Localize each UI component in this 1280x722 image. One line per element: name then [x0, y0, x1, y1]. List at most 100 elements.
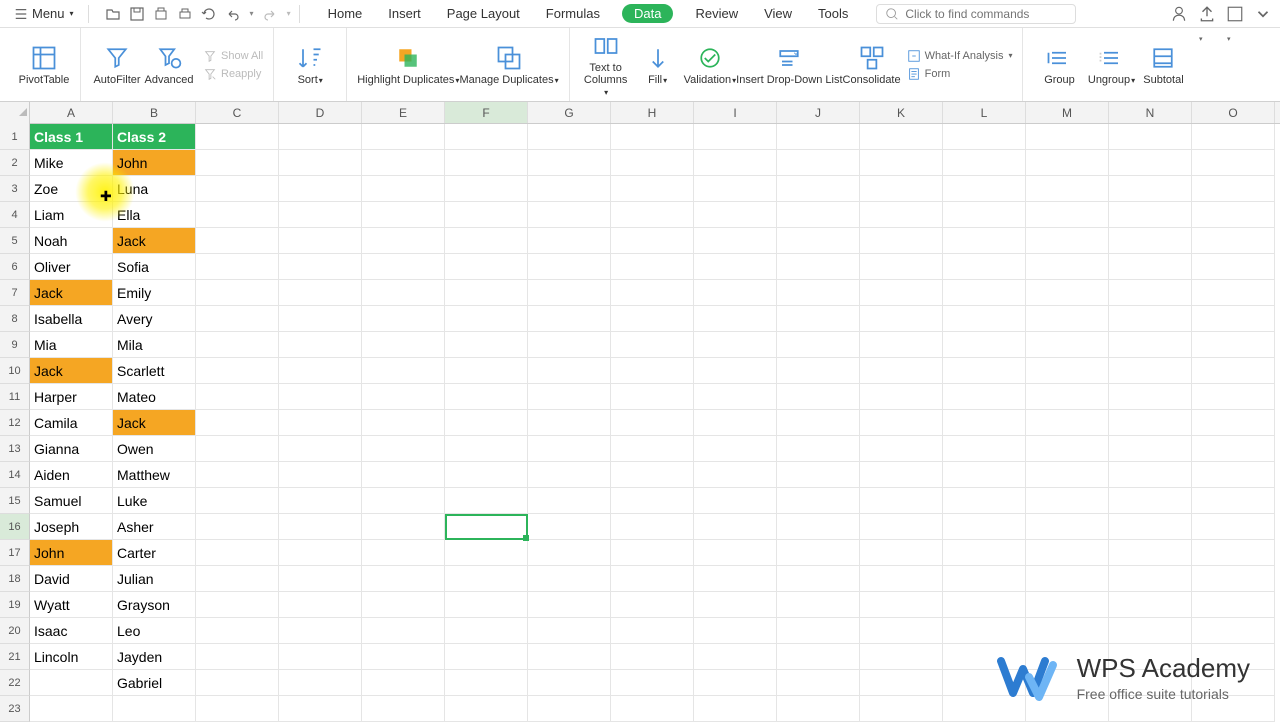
- cell-B7[interactable]: Emily: [113, 280, 196, 306]
- cell-C10[interactable]: [196, 358, 279, 384]
- cell-N7[interactable]: [1109, 280, 1192, 306]
- cell-J8[interactable]: [777, 306, 860, 332]
- cell-K5[interactable]: [860, 228, 943, 254]
- cell-C7[interactable]: [196, 280, 279, 306]
- cell-N13[interactable]: [1109, 436, 1192, 462]
- cell-O2[interactable]: [1192, 150, 1275, 176]
- row-header-6[interactable]: 6: [0, 254, 30, 280]
- cell-D9[interactable]: [279, 332, 362, 358]
- cell-I14[interactable]: [694, 462, 777, 488]
- undo-dropdown[interactable]: ▾: [250, 9, 254, 18]
- cell-F15[interactable]: [445, 488, 528, 514]
- cell-K23[interactable]: [860, 696, 943, 722]
- cell-D19[interactable]: [279, 592, 362, 618]
- cell-D18[interactable]: [279, 566, 362, 592]
- cell-A19[interactable]: Wyatt: [30, 592, 113, 618]
- cell-H5[interactable]: [611, 228, 694, 254]
- cell-N15[interactable]: [1109, 488, 1192, 514]
- cell-I18[interactable]: [694, 566, 777, 592]
- cell-G23[interactable]: [528, 696, 611, 722]
- cell-H3[interactable]: [611, 176, 694, 202]
- cell-D4[interactable]: [279, 202, 362, 228]
- cell-J20[interactable]: [777, 618, 860, 644]
- cell-F17[interactable]: [445, 540, 528, 566]
- cell-F11[interactable]: [445, 384, 528, 410]
- cell-M20[interactable]: [1026, 618, 1109, 644]
- cell-A4[interactable]: Liam: [30, 202, 113, 228]
- cell-F7[interactable]: [445, 280, 528, 306]
- row-header-1[interactable]: 1: [0, 124, 30, 150]
- cell-I23[interactable]: [694, 696, 777, 722]
- column-header-B[interactable]: B: [113, 102, 196, 123]
- cell-F3[interactable]: [445, 176, 528, 202]
- cell-N17[interactable]: [1109, 540, 1192, 566]
- cell-J16[interactable]: [777, 514, 860, 540]
- cell-H17[interactable]: [611, 540, 694, 566]
- cell-A10[interactable]: Jack: [30, 358, 113, 384]
- form-button[interactable]: Form: [907, 67, 1013, 81]
- cell-H21[interactable]: [611, 644, 694, 670]
- cell-F21[interactable]: [445, 644, 528, 670]
- cell-M3[interactable]: [1026, 176, 1109, 202]
- cell-M17[interactable]: [1026, 540, 1109, 566]
- cell-J5[interactable]: [777, 228, 860, 254]
- cell-J15[interactable]: [777, 488, 860, 514]
- cell-L7[interactable]: [943, 280, 1026, 306]
- cell-L8[interactable]: [943, 306, 1026, 332]
- cell-N16[interactable]: [1109, 514, 1192, 540]
- cell-A17[interactable]: John: [30, 540, 113, 566]
- cell-B21[interactable]: Jayden: [113, 644, 196, 670]
- cell-K13[interactable]: [860, 436, 943, 462]
- cell-N14[interactable]: [1109, 462, 1192, 488]
- cell-E8[interactable]: [362, 306, 445, 332]
- cell-N4[interactable]: [1109, 202, 1192, 228]
- cell-F12[interactable]: [445, 410, 528, 436]
- redo-icon[interactable]: [262, 6, 278, 22]
- column-header-A[interactable]: A: [30, 102, 113, 123]
- cell-L13[interactable]: [943, 436, 1026, 462]
- cell-L14[interactable]: [943, 462, 1026, 488]
- cell-E15[interactable]: [362, 488, 445, 514]
- cell-J21[interactable]: [777, 644, 860, 670]
- showall-button[interactable]: Show All: [203, 49, 263, 63]
- cell-L10[interactable]: [943, 358, 1026, 384]
- cell-K2[interactable]: [860, 150, 943, 176]
- cell-A23[interactable]: [30, 696, 113, 722]
- cell-D22[interactable]: [279, 670, 362, 696]
- row-header-7[interactable]: 7: [0, 280, 30, 306]
- cell-O13[interactable]: [1192, 436, 1275, 462]
- cell-I8[interactable]: [694, 306, 777, 332]
- cell-J4[interactable]: [777, 202, 860, 228]
- cell-L3[interactable]: [943, 176, 1026, 202]
- cell-J12[interactable]: [777, 410, 860, 436]
- consolidate-button[interactable]: Consolidate: [843, 44, 901, 86]
- cell-M12[interactable]: [1026, 410, 1109, 436]
- cell-H1[interactable]: [611, 124, 694, 150]
- collapse-icon[interactable]: [1254, 5, 1272, 23]
- menu-button[interactable]: Menu ▾: [8, 4, 80, 23]
- cell-B10[interactable]: Scarlett: [113, 358, 196, 384]
- ungroup-button[interactable]: Ungroup▾: [1085, 44, 1137, 86]
- cell-E14[interactable]: [362, 462, 445, 488]
- cell-N5[interactable]: [1109, 228, 1192, 254]
- cell-F22[interactable]: [445, 670, 528, 696]
- column-header-J[interactable]: J: [777, 102, 860, 123]
- cell-F2[interactable]: [445, 150, 528, 176]
- cell-J7[interactable]: [777, 280, 860, 306]
- cell-G11[interactable]: [528, 384, 611, 410]
- tab-home[interactable]: Home: [324, 2, 367, 25]
- cell-F23[interactable]: [445, 696, 528, 722]
- cell-H14[interactable]: [611, 462, 694, 488]
- cell-K11[interactable]: [860, 384, 943, 410]
- cell-C20[interactable]: [196, 618, 279, 644]
- cell-O10[interactable]: [1192, 358, 1275, 384]
- cell-A18[interactable]: David: [30, 566, 113, 592]
- cell-B6[interactable]: Sofia: [113, 254, 196, 280]
- tab-review[interactable]: Review: [691, 2, 742, 25]
- cell-I17[interactable]: [694, 540, 777, 566]
- cell-H12[interactable]: [611, 410, 694, 436]
- cell-A21[interactable]: Lincoln: [30, 644, 113, 670]
- cell-C15[interactable]: [196, 488, 279, 514]
- cell-E11[interactable]: [362, 384, 445, 410]
- cell-B9[interactable]: Mila: [113, 332, 196, 358]
